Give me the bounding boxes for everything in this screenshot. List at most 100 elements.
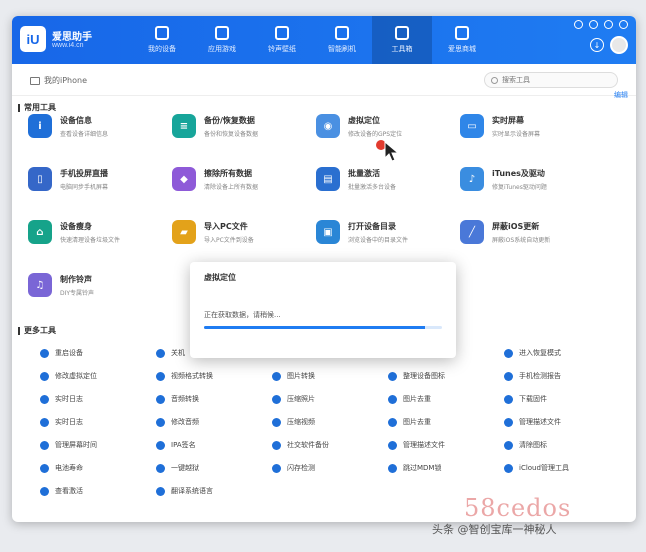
tool-item[interactable]: ≡ 备份/恢复数据 备份和恢复设备数据 xyxy=(172,108,316,144)
tab-flash[interactable]: 智能刷机 xyxy=(312,16,372,64)
tab-ringtones[interactable]: 铃声壁纸 xyxy=(252,16,312,64)
tool-icon: ╱ xyxy=(460,220,484,244)
tool-icon xyxy=(504,371,513,381)
more-tool-item[interactable]: 电池寿命 xyxy=(40,461,156,475)
tool-icon xyxy=(40,463,49,473)
tool-item[interactable]: ♪ iTunes及驱动 修复iTunes驱动问题 xyxy=(460,161,604,197)
tool-item[interactable]: ◆ 擦除所有数据 清除设备上所有数据 xyxy=(172,161,316,197)
tab-label: 爱思商城 xyxy=(448,45,476,53)
more-tool-item[interactable]: 查看激活 xyxy=(40,484,156,498)
close-icon[interactable] xyxy=(619,20,628,29)
tab-label: 工具箱 xyxy=(391,45,413,53)
tool-icon xyxy=(272,371,281,381)
title-bar: iU 爱思助手 www.i4.cn 我的设备 应用游戏 铃声壁纸 智能刷机 工具… xyxy=(12,16,636,64)
more-tool-label: 管理描述文件 xyxy=(519,418,561,426)
more-tool-item[interactable]: IPA签名 xyxy=(156,438,272,452)
tab-apps[interactable]: 应用游戏 xyxy=(192,16,252,64)
more-tool-label: 修改音频 xyxy=(171,418,199,426)
more-tool-item[interactable]: 跳过MDM锁 xyxy=(388,461,504,475)
maximize-icon[interactable] xyxy=(604,20,613,29)
tool-desc: 导入PC文件到设备 xyxy=(204,236,254,244)
avatar[interactable] xyxy=(610,36,628,54)
tool-item[interactable]: ▣ 打开设备目录 浏览设备中的目录文件 xyxy=(316,214,460,250)
tool-item[interactable]: ▭ 实时屏幕 实时显示设备屏幕 xyxy=(460,108,604,144)
more-tool-label: 管理描述文件 xyxy=(403,441,445,449)
tool-icon: ⌂ xyxy=(28,220,52,244)
tool-icon xyxy=(40,417,49,427)
toolbox-icon xyxy=(395,26,409,40)
tool-text: 擦除所有数据 清除设备上所有数据 xyxy=(204,168,258,191)
app-name: 爱思助手 xyxy=(52,32,92,43)
edit-button[interactable]: 编辑 xyxy=(614,90,628,100)
search-icon xyxy=(491,76,498,84)
tool-name: 屏蔽iOS更新 xyxy=(492,221,540,231)
tool-icon xyxy=(504,417,513,427)
tool-icon xyxy=(40,440,49,450)
apps-icon xyxy=(215,26,229,40)
tool-item[interactable]: ⌂ 设备瘦身 快速清理设备垃圾文件 xyxy=(28,214,172,250)
more-tool-item[interactable]: 整理设备图标 xyxy=(388,369,504,383)
more-tool-item[interactable]: 清除图标 xyxy=(504,438,620,452)
tool-desc: 批量激活多台设备 xyxy=(348,183,397,191)
more-tool-item[interactable]: 修改虚拟定位 xyxy=(40,369,156,383)
tool-icon: ▣ xyxy=(316,220,340,244)
tool-name: iTunes及驱动 xyxy=(492,168,545,178)
more-tool-item[interactable]: iCloud管理工具 xyxy=(504,461,620,475)
more-tool-label: 跳过MDM锁 xyxy=(403,464,442,472)
tool-icon xyxy=(40,371,49,381)
more-tool-item[interactable]: 压缩视频 xyxy=(272,415,388,429)
more-tool-item[interactable]: 图片去重 xyxy=(388,392,504,406)
tool-item[interactable]: ▯ 手机投屏直播 电脑同步手机屏幕 xyxy=(28,161,172,197)
tool-item[interactable]: ▤ 批量激活 批量激活多台设备 xyxy=(316,161,460,197)
more-tool-item[interactable]: 实时日志 xyxy=(40,415,156,429)
search-input[interactable] xyxy=(502,76,602,84)
more-tool-item[interactable]: 翻译系统语言 xyxy=(156,484,272,498)
more-tool-label: 实时日志 xyxy=(55,418,83,426)
tab-store[interactable]: 爱思商城 xyxy=(432,16,492,64)
download-icon[interactable]: ↓ xyxy=(590,38,604,52)
more-tool-item[interactable]: 一键越狱 xyxy=(156,461,272,475)
more-tool-item[interactable]: 管理描述文件 xyxy=(504,415,620,429)
tool-icon: ▯ xyxy=(28,167,52,191)
section-marker xyxy=(18,326,20,335)
more-tool-item[interactable]: 实时日志 xyxy=(40,392,156,406)
tool-item[interactable]: ◉ 虚拟定位 修改设备的GPS定位 xyxy=(316,108,460,144)
tool-item[interactable]: ╱ 屏蔽iOS更新 屏蔽iOS系统自动更新 xyxy=(460,214,604,250)
more-tool-item[interactable]: 管理屏幕时间 xyxy=(40,438,156,452)
more-tool-item[interactable]: 下载固件 xyxy=(504,392,620,406)
mouse-cursor-icon xyxy=(384,141,400,162)
tool-icon xyxy=(504,348,513,358)
more-tool-item[interactable]: 压缩照片 xyxy=(272,392,388,406)
more-tool-item[interactable]: 视频格式转换 xyxy=(156,369,272,383)
more-tool-item[interactable]: 修改音频 xyxy=(156,415,272,429)
tool-icon xyxy=(388,371,397,381)
more-tool-item[interactable]: 管理描述文件 xyxy=(388,438,504,452)
settings-icon[interactable] xyxy=(574,20,583,29)
more-tool-item[interactable]: 手机检测报告 xyxy=(504,369,620,383)
more-tool-label: iCloud管理工具 xyxy=(519,464,569,472)
more-tool-item[interactable]: 重启设备 xyxy=(40,346,156,360)
more-tool-item[interactable]: 图片转换 xyxy=(272,369,388,383)
more-tool-item[interactable]: 闪存检测 xyxy=(272,461,388,475)
dialog-title: 虚拟定位 xyxy=(204,273,236,282)
tool-item[interactable]: i 设备信息 查看设备详细信息 xyxy=(28,108,172,144)
tab-my-device[interactable]: 我的设备 xyxy=(132,16,192,64)
tool-icon xyxy=(156,394,165,404)
app-url: www.i4.cn xyxy=(52,42,84,49)
more-tool-item[interactable]: 社交软件备份 xyxy=(272,438,388,452)
device-selector[interactable]: 我的iPhone xyxy=(30,75,87,86)
more-tool-item[interactable]: 音频转换 xyxy=(156,392,272,406)
tool-item[interactable]: ▰ 导入PC文件 导入PC文件到设备 xyxy=(172,214,316,250)
more-tool-item[interactable]: 进入恢复模式 xyxy=(504,346,620,360)
more-tool-label: 修改虚拟定位 xyxy=(55,372,97,380)
more-tool-item[interactable]: 图片去重 xyxy=(388,415,504,429)
more-tool-label: 压缩视频 xyxy=(287,418,315,426)
more-tool-label: 实时日志 xyxy=(55,395,83,403)
section-more-tools: 更多工具 xyxy=(18,325,56,336)
minimize-icon[interactable] xyxy=(589,20,598,29)
section-marker xyxy=(18,103,20,112)
more-tool-label: 管理屏幕时间 xyxy=(55,441,97,449)
tab-toolbox[interactable]: 工具箱 xyxy=(372,16,432,64)
progress-fill xyxy=(204,326,426,329)
tool-item[interactable]: ♫ 制作铃声 DIY专属铃声 xyxy=(28,267,172,303)
